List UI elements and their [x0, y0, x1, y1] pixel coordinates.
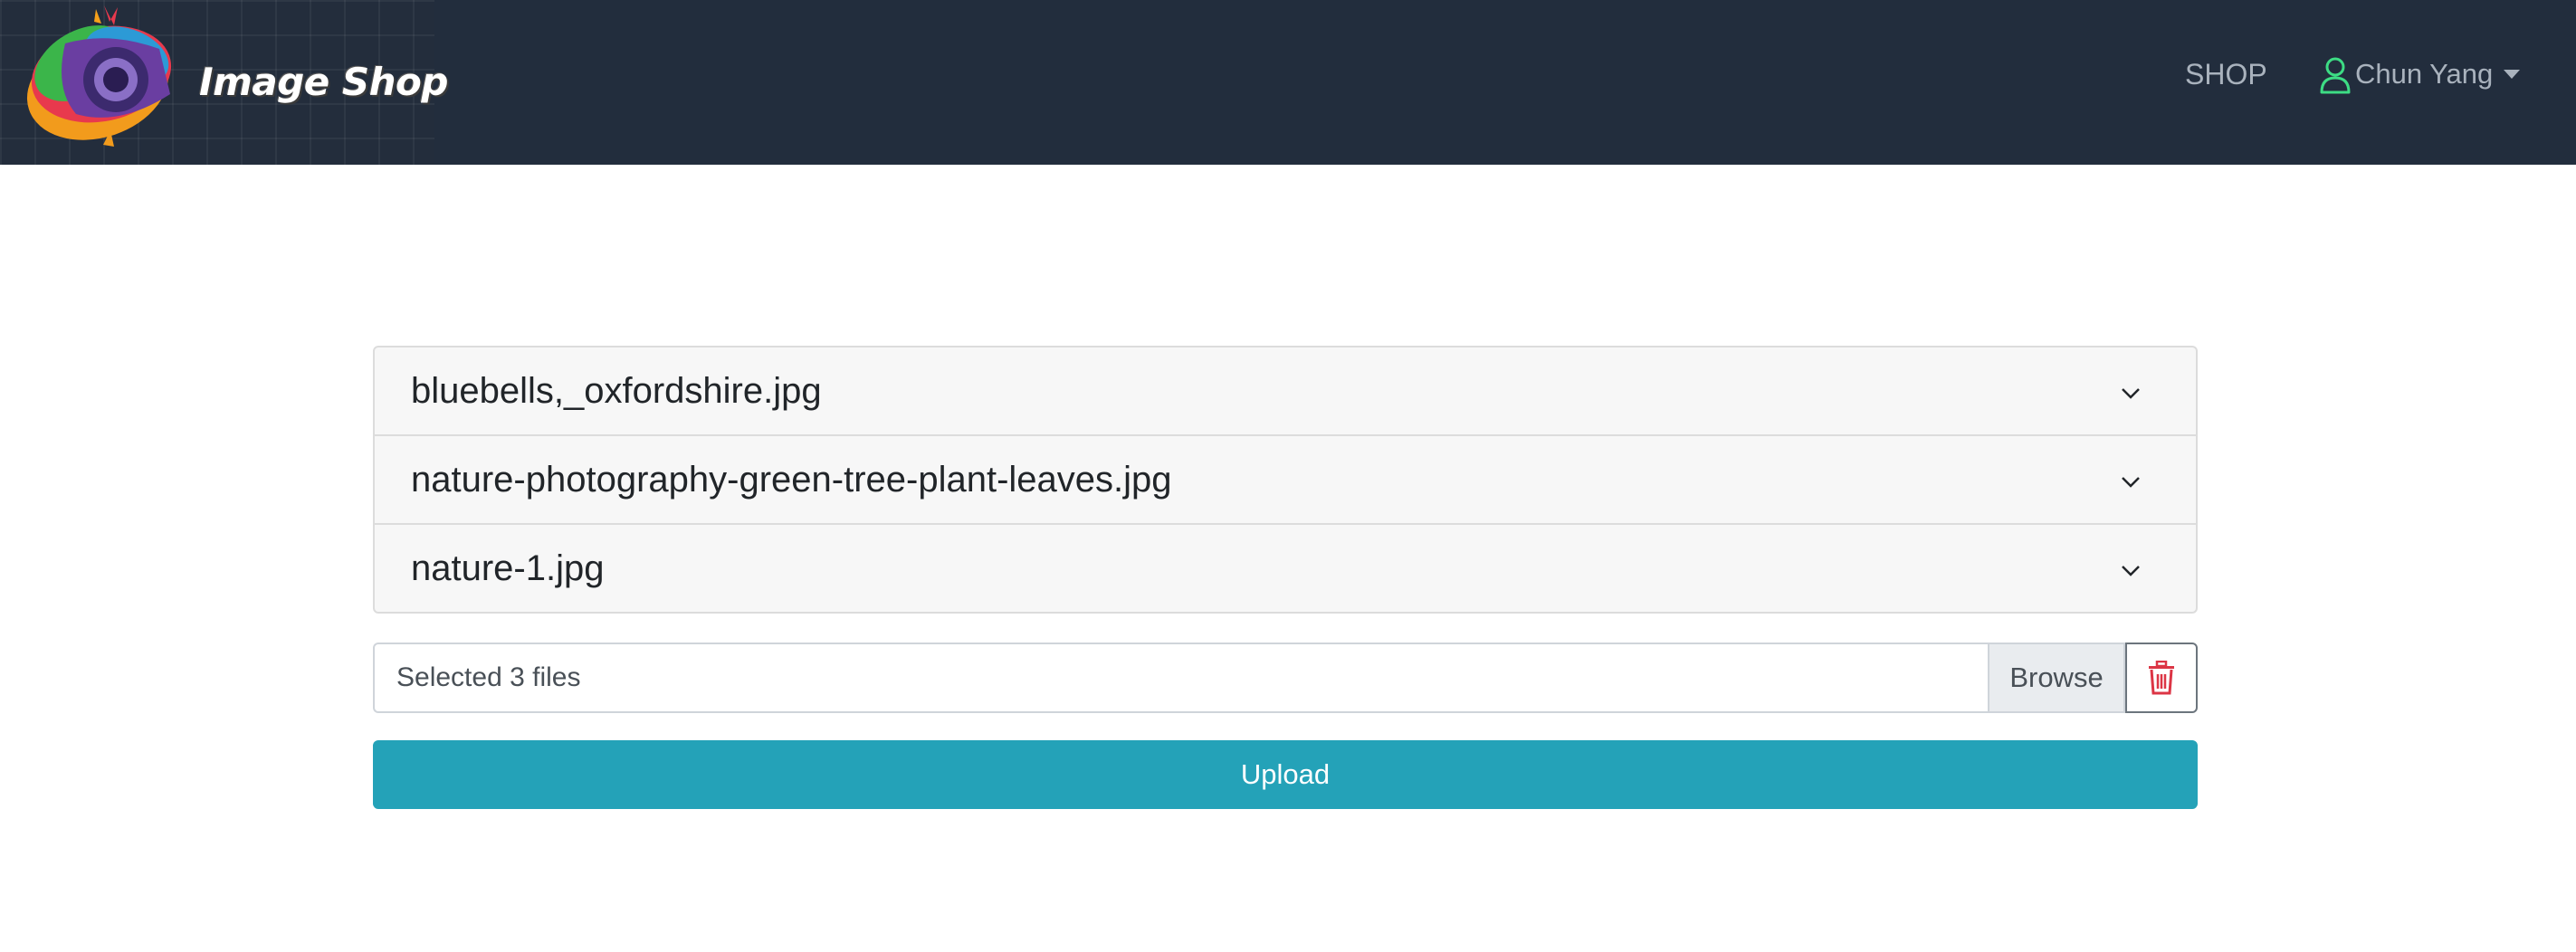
chevron-down-icon [2122, 388, 2140, 399]
caret-down-icon [2504, 70, 2521, 79]
file-input-field[interactable]: Selected 3 files [373, 643, 1988, 713]
brand-logo[interactable]: Image Shop [0, 0, 448, 165]
file-accordion-item[interactable]: bluebells,_oxfordshire.jpg [375, 347, 2196, 436]
file-accordion-item[interactable]: nature-1.jpg [375, 525, 2196, 612]
user-menu-dropdown[interactable]: Chun Yang [2319, 54, 2521, 94]
file-input-group: Selected 3 files Browse [373, 643, 2198, 713]
chevron-down-icon [2122, 566, 2140, 576]
file-accordion-item[interactable]: nature-photography-green-tree-plant-leav… [375, 436, 2196, 525]
nav-link-shop[interactable]: SHOP [2185, 58, 2267, 91]
person-outline-icon [2320, 57, 2351, 94]
chevron-down-icon [2122, 477, 2140, 488]
top-navbar: Image Shop SHOP Chun Yang [0, 0, 2576, 165]
browse-button[interactable]: Browse [1988, 643, 2125, 713]
clear-files-button[interactable] [2125, 643, 2198, 713]
file-name: nature-photography-green-tree-plant-leav… [411, 460, 1172, 500]
file-name: nature-1.jpg [411, 548, 605, 588]
file-name: bluebells,_oxfordshire.jpg [411, 371, 822, 411]
user-name: Chun Yang [2355, 58, 2494, 90]
upload-button[interactable]: Upload [373, 740, 2198, 809]
trash-icon [2149, 661, 2174, 695]
brand-name: Image Shop [199, 60, 448, 104]
camera-logo-icon [26, 5, 172, 147]
file-input-value: Selected 3 files [396, 662, 581, 692]
selected-files-accordion: bluebells,_oxfordshire.jpg nature-photog… [373, 346, 2198, 614]
